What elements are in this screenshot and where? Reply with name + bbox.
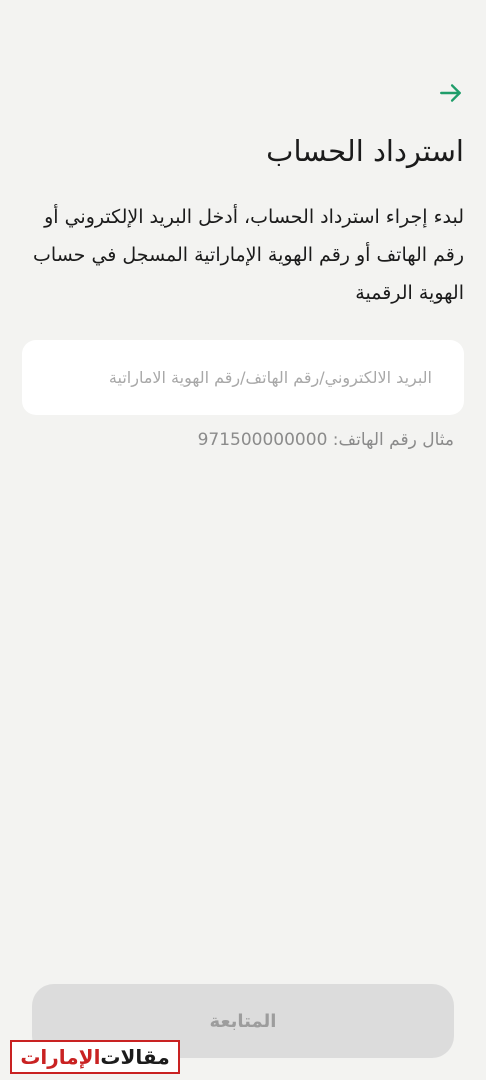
- watermark-logo: مقالات الإمارات: [10, 1040, 180, 1074]
- arrow-right-icon: [440, 84, 461, 102]
- account-recovery-screen: استرداد الحساب لبدء إجراء استرداد الحساب…: [0, 0, 486, 1080]
- identifier-field-container: [22, 340, 464, 415]
- identifier-input[interactable]: [22, 340, 464, 415]
- back-button[interactable]: [436, 78, 466, 108]
- page-description: لبدء إجراء استرداد الحساب، أدخل البريد ا…: [33, 206, 464, 304]
- phone-example-hint: مثال رقم الهاتف: 971500000000: [197, 430, 454, 450]
- watermark-part1: مقالات: [100, 1045, 170, 1069]
- watermark-part2: الإمارات: [20, 1045, 101, 1069]
- page-title: استرداد الحساب: [266, 134, 464, 168]
